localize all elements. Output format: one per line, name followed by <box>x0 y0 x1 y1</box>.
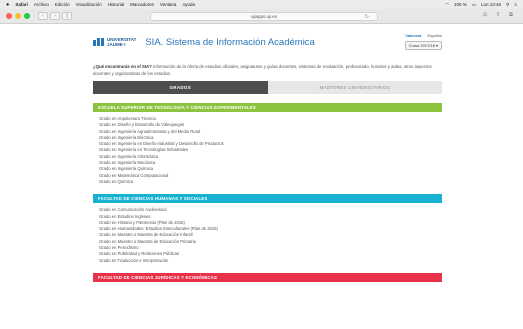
language-switcher: Valencià Español <box>405 33 442 38</box>
section-header[interactable]: ESCUELA SUPERIOR DE TECNOLOGÍA Y CIENCIA… <box>93 103 442 112</box>
reload-icon[interactable]: ↻ <box>365 13 369 21</box>
share-icon[interactable]: ⇧ <box>494 12 502 19</box>
uji-logo-text: UNIVERSITAT JAUME·I <box>107 37 136 47</box>
toolbar-right-buttons: ⊙ ⇧ ⧉ <box>481 12 515 19</box>
menu-edicion[interactable]: Edición <box>55 2 70 7</box>
tab-masteres[interactable]: MÁSTERES UNIVERSITARIOS <box>267 81 442 94</box>
menu-ventana[interactable]: Ventana <box>160 2 177 7</box>
lang-valencia-link[interactable]: Valencià <box>405 33 421 38</box>
menu-ayuda[interactable]: Ayuda <box>182 2 195 7</box>
intro-text: ¿Qué encontrarás en el SIA? Información … <box>93 64 442 77</box>
menu-list-icon[interactable]: ≡ <box>514 2 517 7</box>
logo-line-2: JAUME·I <box>107 42 126 47</box>
forward-button[interactable]: › <box>50 12 60 20</box>
window-controls <box>6 13 30 19</box>
download-icon[interactable]: ⊙ <box>481 12 489 19</box>
tab-grados[interactable]: GRADOS <box>93 81 268 94</box>
sidebar-toggle-button[interactable]: ▯ <box>62 12 72 20</box>
browser-toolbar: ‹ › ▯ ujiapps.uji.es ↻ ⊙ ⇧ ⧉ <box>0 9 523 24</box>
zoom-window-button[interactable] <box>24 13 30 19</box>
menu-archivo[interactable]: Archivo <box>34 2 49 7</box>
course-select[interactable]: Curso 2017/18 ▾ <box>404 41 442 50</box>
degree-list: Grado en Comunicación Audiovisual Grado e… <box>93 203 442 264</box>
menu-visualizacion[interactable]: Visualización <box>76 2 102 7</box>
uji-logo-mark <box>93 38 104 46</box>
tabs-overview-icon[interactable]: ⧉ <box>507 12 515 19</box>
section-header[interactable]: FACULTAD DE CIENCIAS HUMANAS Y SOCIALES <box>93 194 442 204</box>
menu-safari[interactable]: Safari <box>15 2 28 7</box>
status-area: ◠ 100 % ▭ Lun 13:46 ⚲ ≡ <box>445 2 517 8</box>
section-header[interactable]: FACULTAD DE CIENCIAS JURÍDICAS Y ECONÓMI… <box>93 272 442 282</box>
degree-link[interactable]: Grado en Traducción e Interpretación <box>99 258 442 264</box>
apple-icon[interactable]: ● <box>6 2 9 8</box>
chevron-down-icon: ▾ <box>435 43 438 48</box>
menu-historial[interactable]: Historial <box>108 2 124 7</box>
url-text: ujiapps.uji.es <box>250 14 277 19</box>
intro-lead: ¿Qué encontrarás en el SIA? <box>93 64 152 69</box>
degree-list: Grado en Arquitectura Técnica Grado en Di… <box>93 112 442 185</box>
page-title: SIA. Sistema de Información Académica <box>145 36 315 48</box>
battery-icon[interactable]: ▭ <box>472 2 476 8</box>
site-header: UNIVERSITAT JAUME·I SIA. Sistema de Info… <box>93 30 442 54</box>
clock[interactable]: Lun 13:46 <box>481 2 501 7</box>
degree-type-tabs: GRADOS MÁSTERES UNIVERSITARIOS <box>93 81 442 94</box>
course-select-value: Curso 2017/18 <box>408 43 435 48</box>
wifi-icon[interactable]: ◠ <box>445 2 449 8</box>
uji-logo[interactable]: UNIVERSITAT JAUME·I <box>93 37 136 47</box>
minimize-window-button[interactable] <box>15 13 21 19</box>
page-content: UNIVERSITAT JAUME·I SIA. Sistema de Info… <box>93 30 442 282</box>
faculty-sections: ESCUELA SUPERIOR DE TECNOLOGÍA Y CIENCIA… <box>93 103 442 282</box>
menubar: ● Safari Archivo Edición Visualización H… <box>0 0 523 9</box>
close-window-button[interactable] <box>6 13 12 19</box>
back-button[interactable]: ‹ <box>38 12 48 20</box>
degree-link[interactable]: Grado en Química <box>99 179 442 185</box>
address-bar[interactable]: ujiapps.uji.es ↻ <box>150 12 378 21</box>
battery-percent[interactable]: 100 % <box>454 2 467 7</box>
menu-marcadores[interactable]: Marcadores <box>130 2 154 7</box>
search-icon[interactable]: ⚲ <box>506 2 509 8</box>
lang-espanol-link[interactable]: Español <box>428 33 442 38</box>
